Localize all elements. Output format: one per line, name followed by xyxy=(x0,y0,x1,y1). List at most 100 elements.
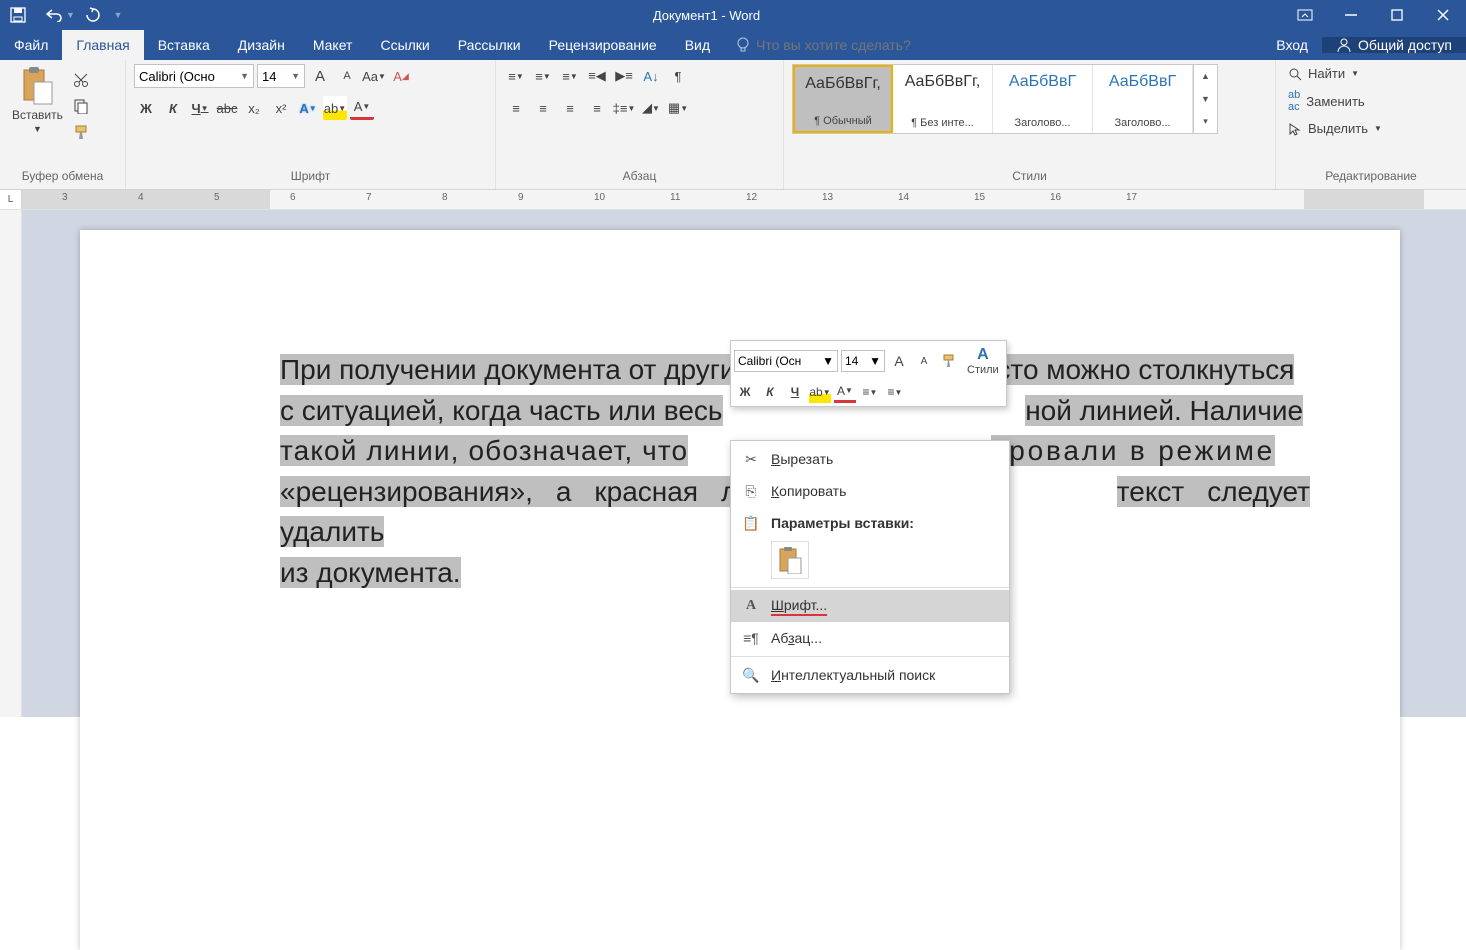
borders-button[interactable]: ▦▼ xyxy=(666,96,690,120)
mini-grow-font[interactable]: A xyxy=(888,350,910,372)
ctx-paragraph[interactable]: ≡¶ Абзац... xyxy=(731,622,1009,654)
mini-highlight[interactable]: ab▼ xyxy=(809,381,831,403)
lightbulb-icon xyxy=(736,37,750,53)
ctx-smart-lookup[interactable]: 🔍 Интеллектуальный поиск xyxy=(731,659,1009,691)
highlight-button[interactable]: ab▼ xyxy=(323,96,347,120)
increase-indent-button[interactable]: ▶≡ xyxy=(612,64,636,88)
multilevel-button[interactable]: ≡▼ xyxy=(558,64,582,88)
tab-file[interactable]: Файл xyxy=(0,30,62,60)
paste-button[interactable]: Вставить ▼ xyxy=(8,64,67,136)
shading-button[interactable]: ◢▼ xyxy=(639,96,663,120)
bold-button[interactable]: Ж xyxy=(134,96,158,120)
align-left-button[interactable]: ≡ xyxy=(504,96,528,120)
styles-gallery[interactable]: АаБбВвГг,¶ ОбычныйАаБбВвГг,¶ Без инте...… xyxy=(792,64,1218,134)
group-label-paragraph: Абзац xyxy=(504,169,775,189)
group-font: Calibri (Осно▼ 14▼ A A Aa▼ A◢ Ж К Ч▼ abc… xyxy=(126,60,496,189)
dropdown-icon[interactable]: ▼ xyxy=(66,10,75,20)
search-icon xyxy=(1288,67,1302,81)
tab-references[interactable]: Ссылки xyxy=(366,30,443,60)
tab-review[interactable]: Рецензирование xyxy=(535,30,671,60)
styles-down[interactable]: ▼ xyxy=(1194,88,1217,111)
tab-layout[interactable]: Макет xyxy=(299,30,367,60)
justify-button[interactable]: ≡ xyxy=(585,96,609,120)
ctx-cut[interactable]: ✂ Вырезать xyxy=(731,443,1009,475)
tab-view[interactable]: Вид xyxy=(671,30,724,60)
paste-keep-source[interactable] xyxy=(771,541,809,579)
mini-shrink-font[interactable]: A xyxy=(913,350,935,372)
bullets-button[interactable]: ≡▼ xyxy=(504,64,528,88)
style-item-3[interactable]: АаБбВвГЗаголово... xyxy=(1093,65,1193,133)
ruler-vertical[interactable] xyxy=(0,210,22,717)
qat-customize-button[interactable]: ▼ xyxy=(111,0,131,30)
paste-options xyxy=(731,539,1009,585)
close-button[interactable] xyxy=(1420,9,1466,21)
clipboard-icon xyxy=(20,66,54,106)
select-button[interactable]: Выделить▼ xyxy=(1284,119,1386,138)
mini-size-combo[interactable]: 14▼ xyxy=(841,350,885,372)
styles-more[interactable]: ▾ xyxy=(1194,110,1217,133)
line-spacing-button[interactable]: ‡≡▼ xyxy=(612,96,636,120)
grow-font-button[interactable]: A xyxy=(308,64,332,88)
font-name-combo[interactable]: Calibri (Осно▼ xyxy=(134,64,254,88)
ribbon-display-icon[interactable] xyxy=(1282,9,1328,21)
sort-button[interactable]: A↓ xyxy=(639,64,663,88)
ruler-horizontal[interactable]: L 34567891011121314151617 xyxy=(0,190,1466,210)
ctx-font[interactable]: A Шрифт... xyxy=(731,590,1009,622)
italic-button[interactable]: К xyxy=(161,96,185,120)
tell-me-search[interactable] xyxy=(724,30,976,60)
align-center-button[interactable]: ≡ xyxy=(531,96,555,120)
mini-font-combo[interactable]: Calibri (Осн▼ xyxy=(734,350,838,372)
tab-selector[interactable]: L xyxy=(0,190,22,209)
replace-button[interactable]: abacЗаменить xyxy=(1284,87,1386,115)
mini-numbering[interactable]: ≡▼ xyxy=(884,381,906,403)
tab-mailings[interactable]: Рассылки xyxy=(444,30,535,60)
mini-font-color[interactable]: A▼ xyxy=(834,381,856,403)
style-item-1[interactable]: АаБбВвГг,¶ Без инте... xyxy=(893,65,993,133)
find-button[interactable]: Найти▼ xyxy=(1284,64,1386,83)
mini-italic[interactable]: К xyxy=(759,381,781,403)
save-button[interactable] xyxy=(0,0,36,30)
show-marks-button[interactable]: ¶ xyxy=(666,64,690,88)
ribbon-tabs: Файл Главная Вставка Дизайн Макет Ссылки… xyxy=(0,30,1466,60)
minimize-button[interactable] xyxy=(1328,9,1374,21)
font-color-button[interactable]: A▼ xyxy=(350,96,374,120)
shrink-font-button[interactable]: A xyxy=(335,64,359,88)
group-paragraph: ≡▼ ≡▼ ≡▼ ≡◀ ▶≡ A↓ ¶ ≡ ≡ ≡ ≡ ‡≡▼ ◢▼ ▦▼ Аб… xyxy=(496,60,784,189)
underline-button[interactable]: Ч▼ xyxy=(188,96,212,120)
share-button[interactable]: Общий доступ xyxy=(1322,37,1466,53)
align-right-button[interactable]: ≡ xyxy=(558,96,582,120)
tab-design[interactable]: Дизайн xyxy=(224,30,299,60)
change-case-button[interactable]: Aa▼ xyxy=(362,64,386,88)
cut-button[interactable] xyxy=(69,68,93,92)
copy-button[interactable] xyxy=(69,94,93,118)
person-icon xyxy=(1336,37,1352,53)
mini-bold[interactable]: Ж xyxy=(734,381,756,403)
mini-bullets[interactable]: ≡▼ xyxy=(859,381,881,403)
ctx-copy[interactable]: ⎘ Копировать xyxy=(731,475,1009,507)
tell-me-input[interactable] xyxy=(756,37,976,53)
numbering-button[interactable]: ≡▼ xyxy=(531,64,555,88)
decrease-indent-button[interactable]: ≡◀ xyxy=(585,64,609,88)
mini-underline[interactable]: Ч xyxy=(784,381,806,403)
font-size-combo[interactable]: 14▼ xyxy=(257,64,305,88)
text-effects-button[interactable]: A▼ xyxy=(296,96,320,120)
style-item-0[interactable]: АаБбВвГг,¶ Обычный xyxy=(793,65,893,133)
maximize-button[interactable] xyxy=(1374,9,1420,21)
ribbon: Вставить ▼ Буфер обмена Calibri (Осно▼ 1… xyxy=(0,60,1466,190)
group-clipboard: Вставить ▼ Буфер обмена xyxy=(0,60,126,189)
styles-up[interactable]: ▲ xyxy=(1194,65,1217,88)
mini-format-painter[interactable] xyxy=(938,350,960,372)
brush-icon xyxy=(73,124,89,140)
format-painter-button[interactable] xyxy=(69,120,93,144)
redo-button[interactable] xyxy=(75,0,111,30)
subscript-button[interactable]: x₂ xyxy=(242,96,266,120)
tab-home[interactable]: Главная xyxy=(62,30,143,60)
tab-insert[interactable]: Вставка xyxy=(144,30,224,60)
mini-styles[interactable]: AСтили xyxy=(963,344,1003,378)
clear-formatting-button[interactable]: A◢ xyxy=(389,64,413,88)
style-item-2[interactable]: АаБбВвГЗаголово... xyxy=(993,65,1093,133)
strikethrough-button[interactable]: abc xyxy=(215,96,239,120)
window-title: Документ1 - Word xyxy=(131,8,1282,23)
superscript-button[interactable]: x² xyxy=(269,96,293,120)
sign-in-button[interactable]: Вход xyxy=(1262,37,1322,53)
